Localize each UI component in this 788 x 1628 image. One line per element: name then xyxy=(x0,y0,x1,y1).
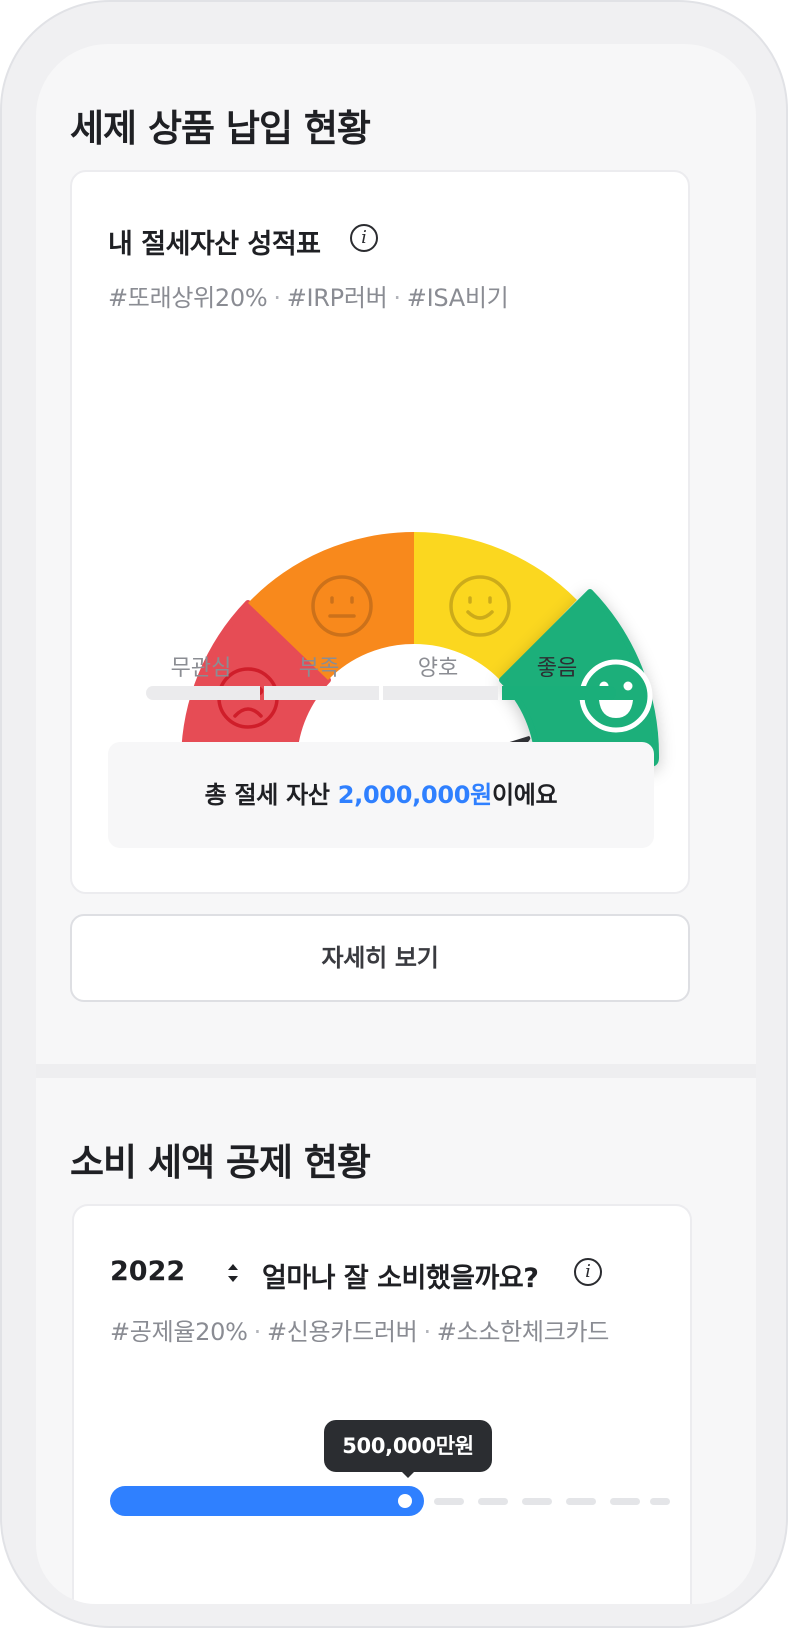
updown-chevron-icon[interactable] xyxy=(226,1262,240,1284)
section-divider xyxy=(36,1064,756,1078)
year-selector[interactable]: 2022 xyxy=(110,1256,185,1287)
year-value: 2022 xyxy=(110,1256,186,1287)
progress-knob[interactable] xyxy=(398,1494,412,1508)
level-label-insufficient: 부족 xyxy=(298,656,340,681)
tag: #공제율20% xyxy=(110,1318,248,1346)
tag-separator: · xyxy=(423,1318,431,1346)
tag: #소소한체크카드 xyxy=(436,1318,610,1346)
view-details-button[interactable]: 자세히 보기 xyxy=(70,914,690,1002)
progress-dash xyxy=(566,1498,596,1505)
level-bar-indifferent xyxy=(146,686,260,700)
tag-list: #또래상위20% · #IRP러버 · #ISA비기 xyxy=(108,278,509,313)
section-title-spending-deduction: 소비 세액 공제 현황 xyxy=(70,1141,371,1184)
section-title-tax-products: 세제 상품 납입 현황 xyxy=(70,107,371,150)
amount-tooltip: 500,000만원 xyxy=(324,1420,492,1472)
total-tax-asset-box: 총 절세 자산 2,000,000원이에요 xyxy=(108,742,654,848)
progress-dash xyxy=(434,1498,464,1505)
info-icon[interactable]: i xyxy=(574,1258,602,1286)
spending-progress-fill xyxy=(110,1486,424,1516)
phone-frame: 세제 상품 납입 현황 내 절세자산 성적표 i #또래상위20% · #IRP러버… xyxy=(0,0,788,1628)
app-screen: 세제 상품 납입 현황 내 절세자산 성적표 i #또래상위20% · #IRP러버… xyxy=(36,44,756,1604)
level-label-indifferent: 무관심 xyxy=(170,656,232,681)
tag: #ISA비기 xyxy=(406,284,509,312)
level-bar-fair xyxy=(383,686,498,700)
card-title: 내 절세자산 성적표 xyxy=(108,229,321,260)
tag-separator: · xyxy=(273,284,281,312)
progress-dash xyxy=(522,1498,552,1505)
progress-dash xyxy=(478,1498,508,1505)
tax-asset-report-card: 내 절세자산 성적표 i #또래상위20%·#IRP러버·#ISA비기 xyxy=(70,170,690,894)
progress-dash xyxy=(650,1498,670,1505)
level-label-good: 좋음 xyxy=(536,656,578,681)
tooltip-tail xyxy=(400,1470,416,1478)
tag-list: #공제율20% · #신용카드러버 · #소소한체크카드 xyxy=(110,1312,609,1347)
level-label-fair: 양호 xyxy=(417,656,459,681)
card-title: 얼마나 잘 소비했을까요? xyxy=(262,1263,539,1294)
level-bar-good-active xyxy=(502,686,616,700)
tag-separator: · xyxy=(253,1318,262,1346)
tag: #신용카드러버 xyxy=(266,1318,418,1346)
spending-deduction-card: 2022 얼마나 잘 소비했을까요? i #공제율20% · #신용카드러버 · #소소… xyxy=(72,1204,692,1604)
total-suffix: 이에요 xyxy=(491,781,558,809)
total-prefix: 총 절세 자산 xyxy=(204,781,338,809)
tag: #또래상위20% xyxy=(108,284,268,312)
total-amount: 2,000,000원 xyxy=(337,781,493,809)
level-bar-insufficient xyxy=(264,686,379,700)
progress-dash xyxy=(610,1498,640,1505)
info-icon[interactable]: i xyxy=(350,224,378,252)
tag-separator: · xyxy=(393,284,401,312)
tag: #IRP러버 xyxy=(286,284,388,312)
